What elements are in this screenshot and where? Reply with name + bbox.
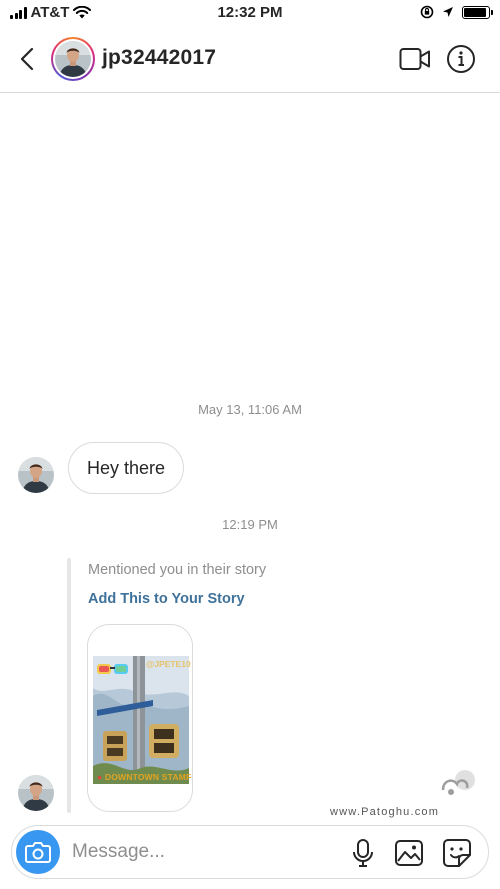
camera-button[interactable] (16, 830, 60, 874)
message-timestamp: 12:19 PM (222, 517, 278, 532)
info-icon (447, 45, 475, 73)
gallery-icon (395, 840, 423, 866)
battery-icon (462, 5, 493, 19)
patoghu-logo-icon (441, 770, 475, 795)
watermark-text: www.Patoghu.com (330, 806, 440, 818)
message-bubble[interactable]: Hey there (68, 442, 185, 494)
video-call-icon (399, 48, 430, 70)
header-avatar[interactable] (51, 37, 95, 81)
sender-avatar[interactable] (18, 775, 54, 811)
sticker-button[interactable] (442, 838, 472, 868)
story-location-sticker: ● DOWNTOWN STAMFORD (97, 772, 192, 782)
avatar-photo (18, 775, 54, 811)
info-button[interactable] (446, 44, 476, 74)
status-right (420, 5, 493, 19)
story-thumbnail[interactable]: @JPETE10 ● DOWNTOWN STAMFORD (87, 624, 193, 812)
sender-avatar[interactable] (18, 457, 54, 493)
message-composer (11, 825, 489, 879)
story-handle-sticker: @JPETE10 (146, 659, 191, 669)
microphone-icon (353, 839, 373, 867)
gallery-button[interactable] (394, 839, 424, 867)
camera-icon (25, 842, 51, 863)
header-username[interactable]: jp32442017 (102, 46, 216, 70)
story-location-label: DOWNTOWN STAMFORD (104, 772, 192, 782)
sticker-icon (443, 839, 471, 867)
chat-header: jp32442017 (0, 26, 500, 93)
story-photo (93, 656, 189, 784)
story-mention-divider (67, 558, 71, 813)
avatar-photo (55, 41, 91, 77)
story-mention-caption: Mentioned you in their story (88, 562, 267, 578)
back-button[interactable] (14, 44, 40, 74)
add-to-story-link[interactable]: Add This to Your Story (88, 591, 245, 607)
video-call-button[interactable] (399, 46, 431, 72)
location-arrow-icon (443, 7, 453, 17)
message-timestamp: May 13, 11:06 AM (198, 402, 302, 417)
battery-fill (464, 7, 486, 17)
orientation-lock-icon (420, 5, 434, 19)
location-pin-icon: ● (97, 772, 103, 782)
message-input[interactable] (72, 826, 342, 878)
status-bar: AT&T 12:32 PM (0, 0, 500, 26)
back-chevron-icon (20, 47, 34, 71)
microphone-button[interactable] (350, 838, 376, 868)
avatar-photo (18, 457, 54, 493)
